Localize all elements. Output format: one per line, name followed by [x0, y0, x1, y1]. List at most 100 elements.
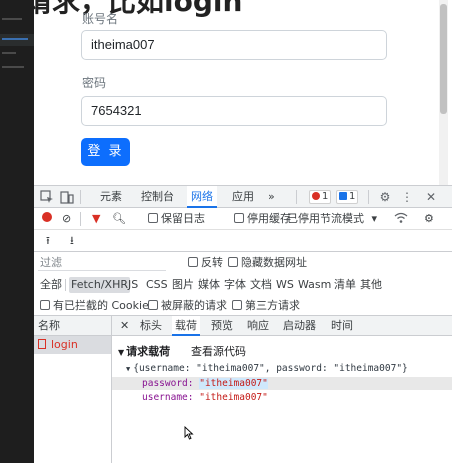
network-settings-gear-icon[interactable]: ⚙ [424, 212, 434, 226]
third-party-checkbox[interactable]: 第三方请求 [232, 299, 300, 313]
message-badge[interactable]: 1 [336, 190, 359, 204]
checkbox-icon [188, 257, 198, 267]
username-label: 账号名 [82, 12, 119, 26]
type-fetch-xhr[interactable]: Fetch/XHR [69, 277, 130, 293]
type-css[interactable]: CSS [144, 277, 170, 293]
editor-line [2, 52, 16, 54]
request-detail: ✕ 标头 载荷 预览 响应 启动器 时间 ▼ 请求载荷 查看源代码 ▼ {usern… [112, 316, 452, 463]
view-source-link[interactable]: 查看源代码 [191, 343, 246, 359]
error-icon [312, 192, 320, 200]
field-key: username [142, 392, 188, 403]
clear-icon[interactable]: ⊘ [62, 212, 71, 226]
type-separator [65, 279, 66, 291]
detail-tab-timing[interactable]: 时间 [328, 316, 356, 336]
request-row-login[interactable]: login [34, 336, 111, 354]
type-media[interactable]: 媒体 [196, 277, 222, 293]
tab-elements[interactable]: 元素 [96, 186, 126, 208]
filter-icon[interactable]: ▼ [92, 212, 100, 226]
field-value: "itheima007" [199, 378, 268, 389]
tab-application[interactable]: 应用 [228, 186, 258, 208]
code-editor-strip [0, 0, 34, 463]
editor-line [2, 66, 24, 68]
type-font[interactable]: 字体 [222, 277, 248, 293]
throttling-label: 已停用节流模式 [287, 212, 364, 225]
more-options-icon[interactable]: ⋮ [400, 190, 414, 204]
name-column-header[interactable]: 名称 [34, 316, 111, 336]
payload-title-text: 请求载荷 [126, 345, 171, 358]
device-toolbar-icon[interactable] [60, 190, 74, 204]
type-manifest[interactable]: 清单 [332, 277, 358, 293]
page-scrollbar[interactable] [439, 0, 448, 185]
payload-section-title[interactable]: ▼ 请求载荷 [118, 343, 170, 359]
disable-cache-label: 停用缓存 [247, 212, 291, 225]
import-export-toolbar: ⭱ ⭳ [34, 230, 452, 252]
detail-tab-payload[interactable]: 载荷 [172, 316, 200, 336]
resource-type-filter: 全部 Fetch/XHR JS CSS 图片 媒体 字体 文档 WS Wasm … [34, 274, 452, 296]
close-detail-icon[interactable]: ✕ [117, 316, 132, 336]
password-input[interactable]: 7654321 [81, 96, 387, 126]
checkbox-icon [228, 257, 238, 267]
web-page: 请求，比如login 账号名 itheima007 密码 7654321 登 录 [34, 0, 452, 185]
message-count: 1 [349, 191, 356, 202]
record-icon[interactable] [42, 212, 52, 226]
scrollbar-thumb[interactable] [440, 4, 447, 114]
import-har-icon[interactable]: ⭱ [46, 234, 50, 248]
payload-summary[interactable]: ▼ {username: "itheima007", password: "ith… [126, 362, 408, 376]
type-img[interactable]: 图片 [170, 277, 196, 293]
preserve-log-checkbox[interactable]: 保留日志 [148, 212, 205, 226]
export-har-icon[interactable]: ⭳ [70, 234, 74, 248]
network-conditions-icon[interactable] [394, 212, 408, 228]
type-other[interactable]: 其他 [358, 277, 384, 293]
payload-summary-text: {username: "itheima007", password: "ithe… [133, 363, 408, 374]
tab-separator [296, 190, 297, 204]
editor-line [2, 38, 28, 40]
search-icon[interactable]: 🔍︎ [112, 212, 126, 226]
filter-input[interactable]: 过滤 [38, 255, 166, 271]
type-wasm[interactable]: Wasm [296, 277, 333, 293]
tab-separator [80, 190, 81, 204]
invert-checkbox[interactable]: 反转 [188, 256, 223, 270]
detail-tab-preview[interactable]: 预览 [208, 316, 236, 336]
toolbar-separator [80, 212, 81, 226]
throttling-select[interactable]: 已停用节流模式 ▾ [287, 212, 377, 226]
filter-bar: 过滤 反转 隐藏数据网址 [34, 252, 452, 274]
tab-separator [368, 190, 369, 204]
tab-network[interactable]: 网络 [187, 186, 217, 208]
blocked-cookies-checkbox[interactable]: 有已拦截的 Cookie [40, 299, 149, 313]
devtools-tabbar: 元素 控制台 网络 应用 » 1 1 ⚙ ⋮ ✕ [34, 186, 452, 208]
hide-data-urls-checkbox[interactable]: 隐藏数据网址 [228, 256, 307, 270]
type-ws[interactable]: WS [274, 277, 296, 293]
disable-cache-checkbox[interactable]: 停用缓存 [234, 212, 291, 226]
blocked-requests-checkbox[interactable]: 被屏蔽的请求 [148, 299, 227, 313]
type-all[interactable]: 全部 [38, 277, 64, 293]
devtools-panel: 元素 控制台 网络 应用 » 1 1 ⚙ ⋮ ✕ ⊘ ▼ 🔍︎ 保留日志 停用缓… [34, 185, 452, 463]
type-doc[interactable]: 文档 [248, 277, 274, 293]
username-input[interactable]: itheima007 [81, 30, 387, 60]
more-tabs-button[interactable]: » [264, 186, 279, 208]
payload-field-username[interactable]: username: "itheima007" [142, 391, 268, 404]
inspect-icon[interactable] [40, 190, 54, 204]
field-key: password [142, 378, 188, 389]
document-icon [38, 339, 46, 349]
field-value: "itheima007" [199, 392, 268, 403]
detail-tab-response[interactable]: 响应 [244, 316, 272, 336]
dropdown-arrow-icon: ▾ [371, 212, 378, 225]
message-icon [339, 192, 347, 200]
type-js[interactable]: JS [126, 277, 140, 293]
preserve-log-label: 保留日志 [161, 212, 205, 225]
blocked-filter-bar: 有已拦截的 Cookie 被屏蔽的请求 第三方请求 [34, 296, 452, 316]
close-icon[interactable]: ✕ [424, 190, 438, 204]
error-badge[interactable]: 1 [309, 190, 332, 204]
detail-tab-initiator[interactable]: 启动器 [280, 316, 319, 336]
checkbox-icon [148, 300, 158, 310]
blocked-cookies-label: 有已拦截的 Cookie [53, 299, 149, 312]
request-list: 名称 login [34, 316, 112, 463]
checkbox-icon [232, 300, 242, 310]
checkbox-icon [40, 300, 50, 310]
login-button[interactable]: 登 录 [81, 138, 130, 166]
detail-tab-headers[interactable]: 标头 [137, 316, 165, 336]
detail-tabbar: ✕ 标头 载荷 预览 响应 启动器 时间 [112, 316, 452, 336]
tab-console[interactable]: 控制台 [137, 186, 178, 208]
settings-gear-icon[interactable]: ⚙ [378, 190, 392, 204]
payload-field-password[interactable]: password: "itheima007" [142, 377, 268, 390]
